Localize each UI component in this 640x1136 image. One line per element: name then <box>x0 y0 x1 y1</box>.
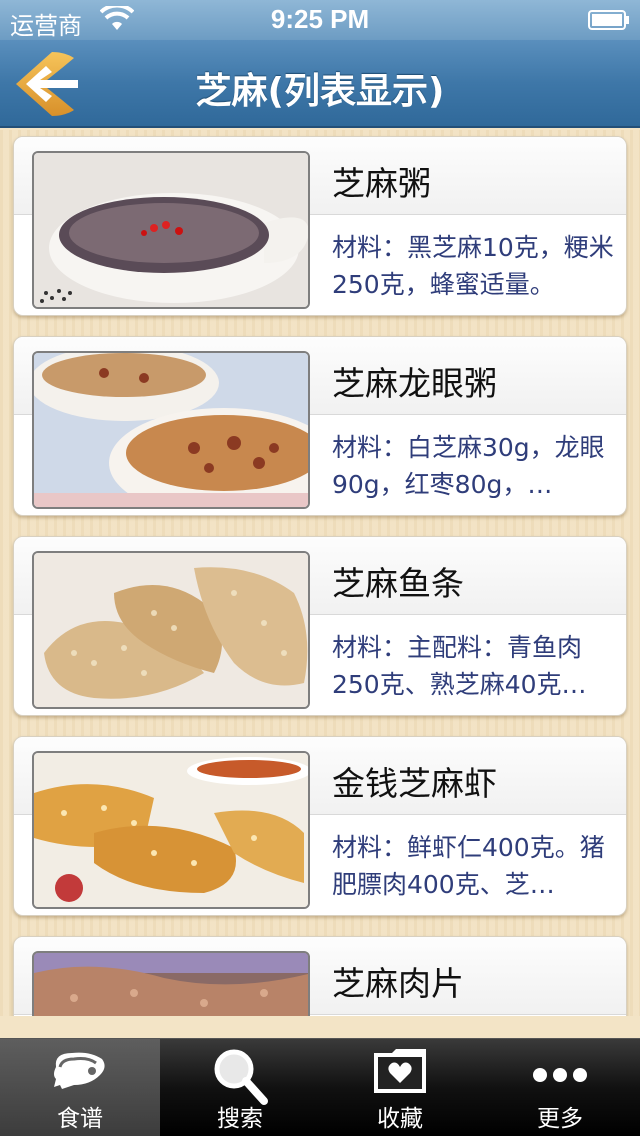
recipe-card[interactable]: 芝麻龙眼粥 材料：白芝麻30g，龙眼90g，红枣80g，… <box>13 336 627 516</box>
recipe-description: 材料：鲜虾仁400克。猪肥膘肉400克、芝… <box>332 833 605 899</box>
recipe-title: 芝麻粥 <box>332 164 431 203</box>
recipe-title: 金钱芝麻虾 <box>332 764 497 803</box>
status-time: 9:25 PM <box>270 4 370 34</box>
tab-label: 食谱 <box>57 1106 103 1132</box>
tab-bar: 食谱 搜索 收藏 更多 <box>0 1038 640 1136</box>
status-bar: 运营商 9:25 PM <box>0 0 640 40</box>
recipe-thumbnail <box>32 751 310 909</box>
recipe-title: 芝麻龙眼粥 <box>332 364 497 403</box>
recipe-list[interactable]: 芝麻粥 材料：黑芝麻10克，粳米250克，蜂蜜适量。 芝麻龙眼粥 材料：白芝麻3… <box>0 130 640 1016</box>
recipe-title: 芝麻肉片 <box>332 964 464 1003</box>
tab-label: 更多 <box>537 1106 583 1132</box>
meat-icon <box>54 1052 105 1089</box>
page-title: 芝麻(列表显示) <box>195 71 445 112</box>
tab-favorites[interactable]: 收藏 <box>320 1039 480 1136</box>
recipe-card[interactable]: 芝麻鱼条 材料：主配料：青鱼肉250克、熟芝麻40克… <box>13 536 627 716</box>
navigation-bar: 芝麻(列表显示) <box>0 40 640 128</box>
recipe-description: 材料：黑芝麻10克，粳米250克，蜂蜜适量。 <box>332 233 614 299</box>
recipe-card[interactable]: 芝麻肉片 <box>13 936 627 1016</box>
search-icon <box>214 1049 268 1105</box>
tab-label: 收藏 <box>377 1106 423 1132</box>
recipe-description: 材料：主配料：青鱼肉250克、熟芝麻40克… <box>332 633 587 699</box>
recipe-thumbnail <box>32 151 310 309</box>
recipe-title: 芝麻鱼条 <box>332 564 464 603</box>
recipe-thumbnail <box>32 951 310 1016</box>
tab-recipes[interactable]: 食谱 <box>0 1039 160 1136</box>
tab-more[interactable]: 更多 <box>480 1039 640 1136</box>
tab-search[interactable]: 搜索 <box>160 1039 320 1136</box>
battery-icon <box>588 10 629 30</box>
recipe-card[interactable]: 芝麻粥 材料：黑芝麻10克，粳米250克，蜂蜜适量。 <box>13 136 627 316</box>
recipe-thumbnail <box>32 351 310 509</box>
favorites-folder-icon <box>374 1049 426 1093</box>
tab-label: 搜索 <box>217 1106 263 1132</box>
recipe-card[interactable]: 金钱芝麻虾 材料：鲜虾仁400克。猪肥膘肉400克、芝… <box>13 736 627 916</box>
recipe-description: 材料：白芝麻30g，龙眼90g，红枣80g，… <box>332 433 605 499</box>
more-dots-icon <box>533 1068 587 1082</box>
recipe-thumbnail <box>32 551 310 709</box>
